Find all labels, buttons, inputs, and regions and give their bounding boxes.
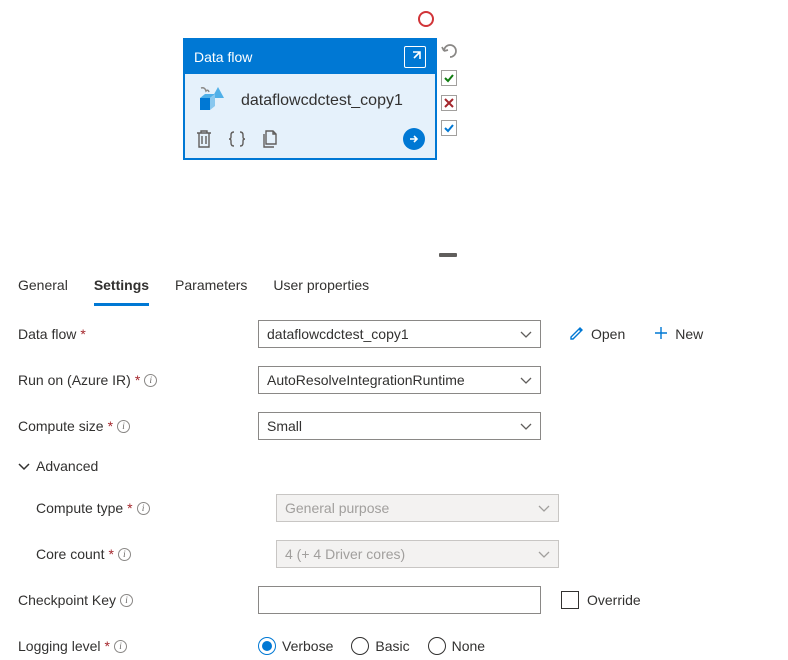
row-data-flow: Data flow * dataflowcdctest_copy1 Open N… [18,320,758,348]
advanced-toggle[interactable]: Advanced [18,458,758,474]
pencil-icon [569,325,585,344]
data-flow-select[interactable]: dataflowcdctest_copy1 [258,320,541,348]
redo-icon[interactable] [441,42,459,61]
required-asterisk: * [127,500,132,516]
copy-icon[interactable] [261,129,279,149]
row-checkpoint: Checkpoint Key i Override [18,586,758,614]
info-icon[interactable]: i [120,594,133,607]
plus-icon [653,325,669,344]
compute-size-value: Small [267,418,302,434]
info-icon[interactable]: i [117,420,130,433]
chevron-down-icon [520,326,532,342]
info-icon[interactable]: i [137,502,150,515]
radio-verbose-label: Verbose [282,638,333,654]
dataflow-activity-card[interactable]: Data flow dataflowcdctest_copy1 [183,38,437,160]
card-header: Data flow [185,40,435,74]
tab-settings[interactable]: Settings [94,273,149,306]
required-asterisk: * [80,326,85,342]
label-data-flow: Data flow [18,326,76,342]
card-actions [185,124,435,158]
card-body: dataflowcdctest_copy1 [185,74,435,124]
radio-none-label: None [452,638,485,654]
required-asterisk: * [108,546,113,562]
compute-type-select: General purpose [276,494,559,522]
label-logging: Logging level [18,638,101,654]
status-fail-icon[interactable] [441,95,457,111]
tab-parameters[interactable]: Parameters [175,273,247,306]
tab-user-properties[interactable]: User properties [273,273,369,306]
required-asterisk: * [135,372,140,388]
status-skip-icon[interactable] [441,120,457,136]
row-logging: Logging level * i Verbose Basic None [18,632,758,660]
panel-drag-handle[interactable] [439,253,457,257]
row-compute-size: Compute size * i Small [18,412,758,440]
compute-type-value: General purpose [285,500,389,516]
card-header-title: Data flow [194,49,252,65]
arrow-right-icon[interactable] [403,128,425,150]
status-success-icon[interactable] [441,70,457,86]
core-count-value: 4 (+ 4 Driver cores) [285,546,405,562]
label-run-on: Run on (Azure IR) [18,372,131,388]
open-button[interactable]: Open [569,325,625,344]
tab-general[interactable]: General [18,273,68,306]
maximize-icon[interactable] [404,46,426,68]
chevron-down-icon [538,500,550,516]
code-braces-icon[interactable] [227,129,247,149]
override-checkbox[interactable] [561,591,579,609]
radio-basic-label: Basic [375,638,409,654]
row-core-count: Core count * i 4 (+ 4 Driver cores) [18,540,758,568]
new-label: New [675,326,703,342]
run-on-value: AutoResolveIntegrationRuntime [267,372,465,388]
checkpoint-input[interactable] [258,586,541,614]
row-compute-type: Compute type * i General purpose [18,494,758,522]
radio-basic[interactable]: Basic [351,637,409,655]
chevron-down-icon [18,458,30,474]
compute-size-select[interactable]: Small [258,412,541,440]
label-core-count: Core count [36,546,104,562]
required-asterisk: * [108,418,113,434]
radio-none[interactable]: None [428,637,485,655]
info-icon[interactable]: i [144,374,157,387]
label-checkpoint: Checkpoint Key [18,592,116,608]
run-on-select[interactable]: AutoResolveIntegrationRuntime [258,366,541,394]
logging-radio-group: Verbose Basic None [258,637,485,655]
chevron-down-icon [520,372,532,388]
open-label: Open [591,326,625,342]
label-compute-size: Compute size [18,418,104,434]
label-compute-type: Compute type [36,500,123,516]
settings-form: Data flow * dataflowcdctest_copy1 Open N… [18,320,758,660]
new-button[interactable]: New [653,325,703,344]
dataflow-icon [197,84,231,118]
status-column [441,42,459,136]
chevron-down-icon [538,546,550,562]
tab-strip: General Settings Parameters User propert… [18,273,369,306]
core-count-select: 4 (+ 4 Driver cores) [276,540,559,568]
override-label: Override [587,592,641,608]
chevron-down-icon [520,418,532,434]
row-run-on: Run on (Azure IR) * i AutoResolveIntegra… [18,366,758,394]
data-flow-value: dataflowcdctest_copy1 [267,326,409,342]
activity-name: dataflowcdctest_copy1 [241,91,403,111]
advanced-section: Compute type * i General purpose Core co… [18,494,758,568]
info-icon[interactable]: i [118,548,131,561]
required-asterisk: * [105,638,110,654]
radio-verbose[interactable]: Verbose [258,637,333,655]
advanced-label: Advanced [36,458,98,474]
delete-icon[interactable] [195,129,213,149]
annotation-circle [418,11,434,27]
